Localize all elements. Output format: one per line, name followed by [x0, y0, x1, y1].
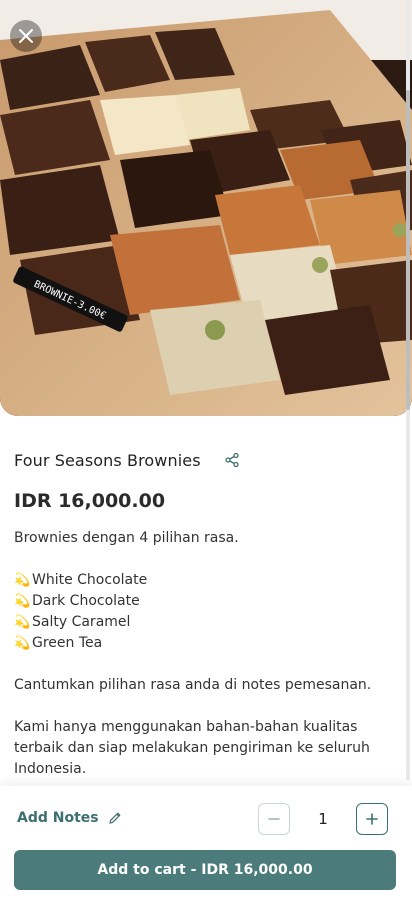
share-icon — [225, 452, 239, 468]
bottom-action-bar: Add Notes 1 Add to cart - IDR 16,000.00 — [0, 786, 412, 898]
product-description: Brownies dengan 4 pilihan rasa. 💫 White … — [14, 528, 398, 780]
sparkle-icon: 💫 — [14, 594, 31, 609]
sparkle-icon: 💫 — [14, 573, 31, 588]
add-notes-label: Add Notes — [17, 810, 99, 826]
decrease-quantity-button[interactable] — [258, 803, 290, 835]
flavor-label: Green Tea — [32, 635, 103, 651]
share-button[interactable] — [223, 451, 241, 469]
product-details: Four Seasons Brownies IDR 16,000.00 Brow… — [14, 448, 398, 780]
flavor-item: 💫 Green Tea — [14, 633, 398, 654]
description-quality: Kami hanya menggunakan bahan-bahan kuali… — [14, 719, 370, 777]
brownies-photo: BROWNIE-3.00€ — [0, 0, 412, 416]
description-intro: Brownies dengan 4 pilihan rasa. — [14, 530, 239, 546]
flavor-item: 💫 Salty Caramel — [14, 612, 398, 633]
add-notes-button[interactable]: Add Notes — [17, 810, 122, 826]
minus-icon — [268, 818, 280, 820]
description-note: Cantumkan pilihan rasa anda di notes pem… — [14, 677, 372, 693]
plus-icon — [366, 813, 378, 825]
flavor-label: White Chocolate — [32, 572, 148, 588]
quantity-value: 1 — [318, 810, 328, 828]
title-row: Four Seasons Brownies — [14, 448, 398, 472]
scrollbar-thumb[interactable] — [406, 90, 410, 410]
add-to-cart-button[interactable]: Add to cart - IDR 16,000.00 — [14, 850, 396, 890]
sparkle-icon: 💫 — [14, 636, 31, 651]
close-icon — [19, 29, 33, 43]
increase-quantity-button[interactable] — [356, 803, 388, 835]
product-title: Four Seasons Brownies — [14, 450, 201, 470]
flavor-label: Dark Chocolate — [32, 593, 140, 609]
product-image: BROWNIE-3.00€ — [0, 0, 412, 416]
product-price: IDR 16,000.00 — [14, 490, 166, 512]
sparkle-icon: 💫 — [14, 615, 31, 630]
close-button[interactable] — [10, 20, 42, 52]
flavor-item: 💫 White Chocolate — [14, 570, 398, 591]
pencil-icon — [108, 811, 122, 825]
flavor-label: Salty Caramel — [32, 614, 131, 630]
flavor-item: 💫 Dark Chocolate — [14, 591, 398, 612]
